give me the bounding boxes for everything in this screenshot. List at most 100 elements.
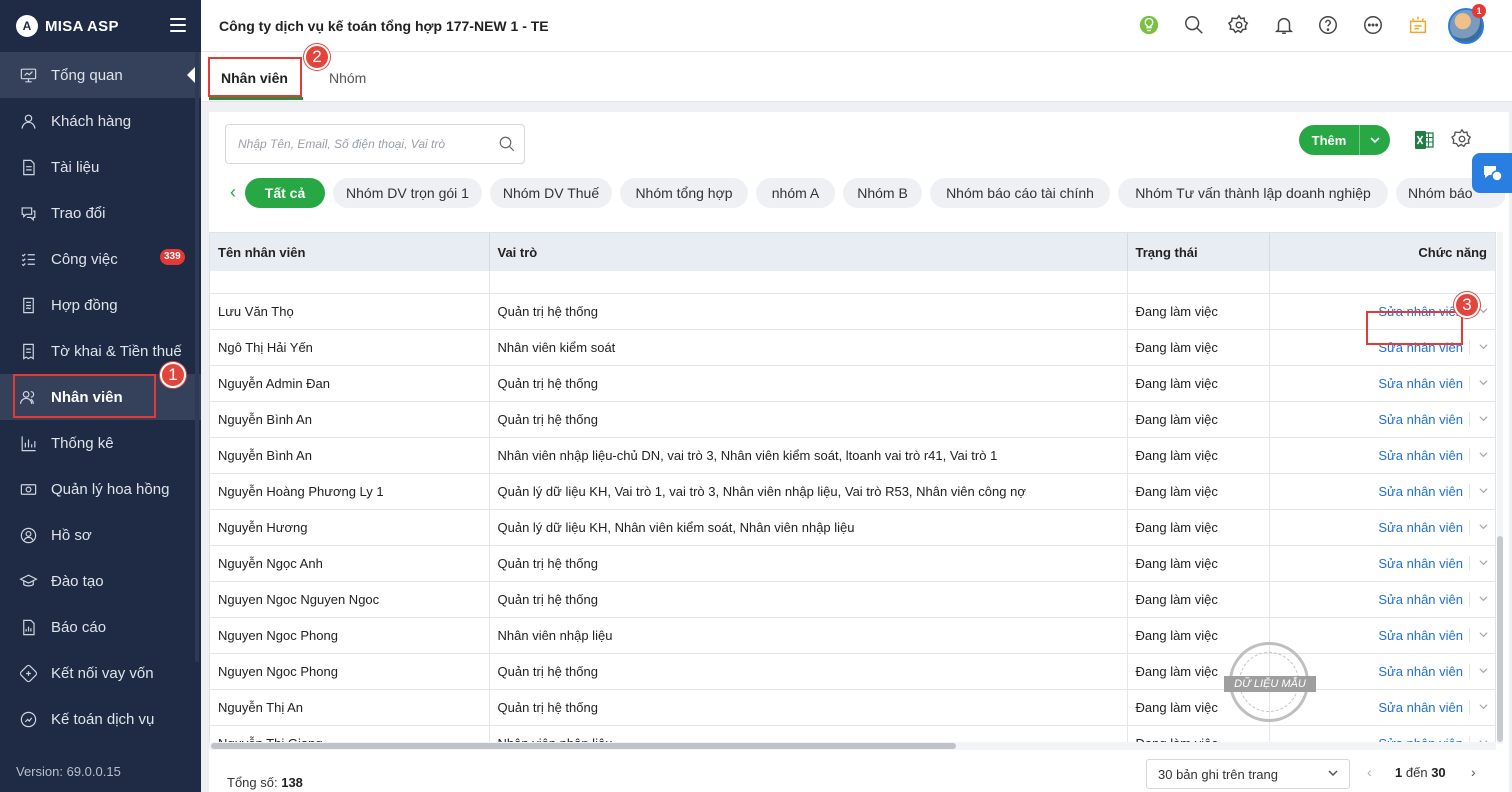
chevron-down-icon[interactable] <box>1469 555 1495 571</box>
sidebar-scrollbar[interactable] <box>195 52 199 662</box>
tips-icon[interactable] <box>1137 13 1161 37</box>
table-row[interactable]: Nguyễn Bình An Nhân viên nhập liệu-chủ DN… <box>210 436 1495 473</box>
table-vertical-scrollbar[interactable] <box>1497 232 1503 744</box>
col-header-name[interactable]: Tên nhân viên <box>210 233 490 271</box>
edit-employee-link[interactable]: Sửa nhân viên <box>1378 520 1463 535</box>
chat-support-icon[interactable] <box>1472 153 1512 193</box>
table-row[interactable]: Nguyễn Bình An Quản trị hệ thống Đang làm … <box>210 400 1495 437</box>
sidebar-item-label: Đào tạo <box>51 572 104 590</box>
sidebar-item[interactable]: Khách hàng <box>0 98 201 144</box>
sidebar-item[interactable]: Công việc 339 <box>0 236 201 282</box>
employee-role: Nhân viên nhập liệu <box>489 616 1128 653</box>
search-icon[interactable] <box>1182 13 1206 37</box>
help-icon[interactable] <box>1316 13 1340 37</box>
table-row[interactable]: Ngô Thị Hải Yến Nhân viên kiểm soát Đang l… <box>210 328 1495 365</box>
sidebar-item[interactable]: Hồ sơ <box>0 512 201 558</box>
table-row[interactable]: Nguyễn Ngọc Anh Quản trị hệ thống Đang làm… <box>210 544 1495 581</box>
chevron-down-icon[interactable] <box>1469 339 1495 355</box>
sidebar-item[interactable]: Đào tạo <box>0 558 201 604</box>
highlight-box-nav <box>13 374 156 418</box>
more-icon[interactable] <box>1361 13 1385 37</box>
sidebar-item[interactable]: Kết nối vay vốn <box>0 650 201 696</box>
chip-group[interactable]: Nhóm báo cáo tài chính <box>930 178 1110 208</box>
search-icon[interactable] <box>498 135 516 153</box>
edit-employee-link[interactable]: Sửa nhân viên <box>1378 448 1463 463</box>
chevron-down-icon[interactable] <box>1469 591 1495 607</box>
chevron-down-icon[interactable] <box>1469 699 1495 715</box>
chevron-down-icon[interactable] <box>1469 627 1495 643</box>
edit-employee-link[interactable]: Sửa nhân viên <box>1378 628 1463 643</box>
app-name: MISA ASP <box>45 17 119 35</box>
highlight-box-tab <box>208 57 302 97</box>
chip-group[interactable]: nhóm A <box>756 178 835 208</box>
employee-status: Đang làm việc <box>1127 400 1270 437</box>
column-settings-gear-icon[interactable] <box>1450 128 1473 150</box>
chip-all[interactable]: Tất cả <box>245 178 325 208</box>
chip-group[interactable]: Nhóm tổng hợp <box>620 178 748 208</box>
sidebar-item-label: Tổng quan <box>51 66 123 84</box>
menu-toggle-icon[interactable] <box>170 18 186 32</box>
page-size-value: 30 bản ghi trên trang <box>1158 766 1278 782</box>
edit-employee-link[interactable]: Sửa nhân viên <box>1378 484 1463 499</box>
table-row[interactable]: Nguyen Ngoc Nguyen Ngoc Quản trị hệ thống… <box>210 580 1495 617</box>
employee-status: Đang làm việc <box>1127 616 1270 653</box>
contract-icon <box>18 295 38 315</box>
row-actions: Sửa nhân viên <box>1269 436 1495 473</box>
sidebar-item[interactable]: Quản lý hoa hồng <box>0 466 201 512</box>
col-header-role[interactable]: Vai trò <box>489 233 1128 271</box>
version-label: Version: 69.0.0.15 <box>16 764 121 779</box>
sidebar-item[interactable]: Trao đổi <box>0 190 201 236</box>
chevron-down-icon[interactable] <box>1360 134 1390 146</box>
bell-icon[interactable] <box>1272 13 1296 37</box>
row-actions: Sửa nhân viên <box>1269 616 1495 653</box>
add-button[interactable]: Thêm <box>1299 125 1390 155</box>
edit-employee-link[interactable]: Sửa nhân viên <box>1378 376 1463 391</box>
chip-group[interactable]: Nhóm Tư vấn thành lập doanh nghiệp <box>1118 178 1388 208</box>
table-row[interactable]: Nguyễn Hoàng Phương Ly 1 Quản lý dữ liệu … <box>210 472 1495 509</box>
sidebar-item[interactable]: Hợp đồng <box>0 282 201 328</box>
table-row[interactable]: Nguyễn Admin Đan Quản trị hệ thống Đang là… <box>210 364 1495 401</box>
chevron-down-icon[interactable] <box>1469 447 1495 463</box>
edit-employee-link[interactable]: Sửa nhân viên <box>1378 556 1463 571</box>
sidebar-item[interactable]: Tổng quan <box>0 52 201 98</box>
row-actions: Sửa nhân viên <box>1269 580 1495 617</box>
sidebar-item-label: Hợp đồng <box>51 296 118 314</box>
next-page-icon[interactable]: › <box>1471 764 1476 780</box>
sidebar-item[interactable]: Kế toán dịch vụ <box>0 696 201 742</box>
prev-page-icon[interactable]: ‹ <box>1367 764 1372 780</box>
sidebar-item[interactable]: Thống kê <box>0 420 201 466</box>
chevron-down-icon[interactable] <box>1469 411 1495 427</box>
employee-panel: Thêm ‹ Tất cả Nhóm DV trọn gói 1 Nhóm DV… <box>209 112 1509 792</box>
tab-groups[interactable]: Nhóm <box>329 70 366 86</box>
sidebar-item[interactable]: Báo cáo <box>0 604 201 650</box>
table-row[interactable]: Nguyen Ngoc Phong Quản trị hệ thống Đang l… <box>210 652 1495 689</box>
page-size-select[interactable]: 30 bản ghi trên trang <box>1146 759 1350 789</box>
search-input[interactable] <box>226 125 481 163</box>
edit-employee-link[interactable]: Sửa nhân viên <box>1378 700 1463 715</box>
chip-group[interactable]: Nhóm B <box>843 178 922 208</box>
edit-employee-link[interactable]: Sửa nhân viên <box>1378 412 1463 427</box>
table-horizontal-scrollbar[interactable] <box>209 742 1496 750</box>
chevron-down-icon[interactable] <box>1469 663 1495 679</box>
table-row[interactable]: Nguyễn Hương Quản lý dữ liệu KH, Nhân viê… <box>210 508 1495 545</box>
settings-gear-icon[interactable] <box>1227 13 1251 37</box>
excel-export-icon[interactable] <box>1412 128 1436 152</box>
edit-employee-link[interactable]: Sửa nhân viên <box>1378 592 1463 607</box>
table-row[interactable]: Nguyễn Thị An Quản trị hệ thống Đang làm v… <box>210 688 1495 725</box>
chevron-down-icon[interactable] <box>1469 375 1495 391</box>
news-icon[interactable] <box>1406 13 1430 37</box>
table-row[interactable]: Lưu Văn Thọ Quản trị hệ thống Đang làm việ… <box>210 292 1495 329</box>
sidebar-item-label: Thống kê <box>51 434 114 452</box>
chevron-down-icon[interactable] <box>1469 483 1495 499</box>
company-name[interactable]: Công ty dịch vụ kế toán tổng hợp 177-NEW… <box>219 18 549 34</box>
chip-group[interactable]: Nhóm DV trọn gói 1 <box>333 178 482 208</box>
chevron-down-icon[interactable] <box>1469 519 1495 535</box>
col-header-status[interactable]: Trạng thái <box>1127 233 1270 271</box>
chevron-left-icon[interactable]: ‹ <box>225 180 241 204</box>
row-actions: Sửa nhân viên <box>1269 472 1495 509</box>
chip-group[interactable]: Nhóm DV Thuế <box>490 178 612 208</box>
row-actions: Sửa nhân viên <box>1269 400 1495 437</box>
edit-employee-link[interactable]: Sửa nhân viên <box>1378 664 1463 679</box>
sidebar-item[interactable]: Tài liệu <box>0 144 201 190</box>
table-row[interactable]: Nguyen Ngoc Phong Nhân viên nhập liệu Đang… <box>210 616 1495 653</box>
